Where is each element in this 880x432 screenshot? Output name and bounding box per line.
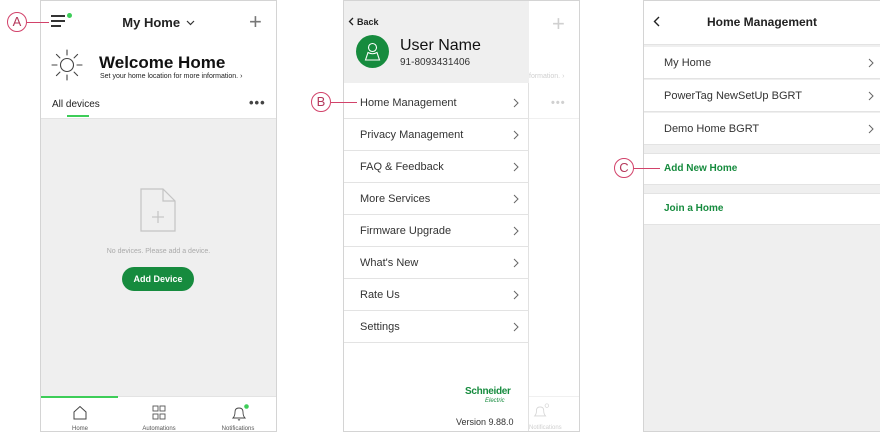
menu-item-more-services[interactable]: More Services bbox=[344, 183, 529, 215]
callout-a: A bbox=[7, 12, 27, 32]
callout-b: B bbox=[311, 92, 331, 112]
ghost-bell-icon bbox=[533, 403, 550, 417]
menu-item-label: Firmware Upgrade bbox=[360, 225, 452, 237]
welcome-title: Welcome Home bbox=[99, 53, 226, 72]
callout-a-line bbox=[27, 22, 49, 23]
ghost-divider bbox=[529, 118, 579, 119]
nav-home[interactable]: Home bbox=[41, 397, 119, 432]
side-menu-screen: + formation. › ••• Notifications Back Us… bbox=[343, 0, 580, 432]
chevron-right-icon bbox=[513, 290, 519, 300]
more-options-icon[interactable]: ••• bbox=[249, 95, 266, 110]
home-title: My Home bbox=[122, 15, 181, 30]
side-drawer: Back User Name 91-8093431406 Home Manage… bbox=[344, 1, 529, 431]
menu-item-label: Rate Us bbox=[360, 289, 400, 301]
chevron-right-icon bbox=[868, 58, 874, 68]
callout-c: C bbox=[614, 158, 634, 178]
home-list-item-powertag[interactable]: PowerTag NewSetUp BGRT bbox=[644, 80, 880, 112]
bottom-navigation: Home Automations Notifications bbox=[41, 396, 276, 432]
home-icon bbox=[73, 405, 87, 420]
menu-item-label: More Services bbox=[360, 193, 431, 205]
menu-item-label: FAQ & Feedback bbox=[360, 161, 444, 173]
app-version: Version 9.88.0 bbox=[456, 417, 514, 427]
home-list-item-my-home[interactable]: My Home bbox=[644, 47, 880, 79]
menu-item-label: What's New bbox=[360, 257, 419, 269]
set-location-link[interactable]: Set your home location for more informat… bbox=[100, 73, 242, 80]
home-header: My Home + Welcome Home Set your home loc… bbox=[41, 1, 276, 119]
menu-item-faq-feedback[interactable]: FAQ & Feedback bbox=[344, 151, 529, 183]
chevron-right-icon bbox=[513, 162, 519, 172]
page-title: Home Management bbox=[706, 15, 818, 29]
bell-icon bbox=[231, 404, 249, 421]
nav-notifications-label: Notifications bbox=[221, 426, 255, 432]
schneider-logo: Schneider bbox=[465, 386, 511, 397]
automations-grid-icon bbox=[152, 405, 166, 420]
menu-item-privacy-management[interactable]: Privacy Management bbox=[344, 119, 529, 151]
home-screen: My Home + Welcome Home Set your home loc… bbox=[40, 0, 277, 432]
nav-notifications[interactable]: Notifications bbox=[199, 397, 276, 432]
user-name: User Name bbox=[400, 37, 481, 54]
add-plus-icon[interactable]: + bbox=[249, 11, 262, 33]
sun-icon bbox=[51, 49, 83, 81]
nav-automations[interactable]: Automations bbox=[119, 397, 199, 432]
menu-item-label: Privacy Management bbox=[360, 129, 464, 141]
menu-item-label: Home Management bbox=[360, 97, 457, 109]
user-phone: 91-8093431406 bbox=[400, 57, 471, 68]
chevron-right-icon bbox=[513, 258, 519, 268]
drawer-menu: Home Management Privacy Management FAQ &… bbox=[344, 87, 529, 343]
ghost-nav-label: Notifications bbox=[529, 425, 562, 431]
ghost-nav-divider bbox=[529, 396, 579, 397]
ghost-more-icon: ••• bbox=[551, 97, 566, 109]
ghost-location-text: formation. › bbox=[529, 73, 565, 80]
chevron-down-icon bbox=[186, 20, 195, 26]
menu-item-label: Settings bbox=[360, 321, 400, 333]
home-name: My Home bbox=[664, 57, 712, 69]
menu-item-firmware-upgrade[interactable]: Firmware Upgrade bbox=[344, 215, 529, 247]
chevron-right-icon bbox=[513, 322, 519, 332]
user-icon bbox=[364, 42, 381, 61]
join-home-button[interactable]: Join a Home bbox=[644, 193, 880, 225]
home-selector[interactable]: My Home bbox=[41, 15, 276, 30]
back-button[interactable]: Back bbox=[348, 17, 379, 27]
home-name: Demo Home BGRT bbox=[664, 123, 760, 135]
add-new-home-button[interactable]: Add New Home bbox=[644, 153, 880, 185]
home-management-screen: Home Management My Home PowerTag NewSetU… bbox=[643, 0, 880, 432]
chevron-right-icon bbox=[513, 130, 519, 140]
nav-automations-label: Automations bbox=[142, 426, 176, 432]
menu-item-home-management[interactable]: Home Management bbox=[344, 87, 529, 119]
ghost-plus-icon: + bbox=[552, 11, 565, 36]
chevron-right-icon bbox=[513, 98, 519, 108]
empty-state-text: No devices. Please add a device. bbox=[106, 248, 211, 255]
avatar[interactable] bbox=[356, 35, 389, 68]
callout-c-line bbox=[634, 168, 660, 169]
menu-item-rate-us[interactable]: Rate Us bbox=[344, 279, 529, 311]
menu-item-settings[interactable]: Settings bbox=[344, 311, 529, 343]
drawer-header: Back User Name 91-8093431406 bbox=[344, 1, 529, 83]
empty-file-icon bbox=[140, 188, 176, 232]
chevron-right-icon bbox=[513, 194, 519, 204]
menu-item-whats-new[interactable]: What's New bbox=[344, 247, 529, 279]
chevron-left-icon bbox=[348, 17, 354, 26]
tab-active-indicator bbox=[67, 115, 89, 117]
home-management-header: Home Management bbox=[644, 1, 880, 45]
nav-home-label: Home bbox=[71, 426, 88, 432]
back-label: Back bbox=[357, 17, 379, 27]
tab-all-devices[interactable]: All devices bbox=[52, 99, 100, 110]
schneider-logo-sub: Electric bbox=[485, 398, 505, 404]
callout-b-line bbox=[331, 102, 357, 103]
home-name: PowerTag NewSetUp BGRT bbox=[664, 90, 802, 102]
add-device-button[interactable]: Add Device bbox=[122, 267, 194, 291]
home-list-item-demo-home[interactable]: Demo Home BGRT bbox=[644, 113, 880, 145]
chevron-right-icon bbox=[868, 91, 874, 101]
chevron-right-icon bbox=[868, 124, 874, 134]
chevron-right-icon bbox=[513, 226, 519, 236]
